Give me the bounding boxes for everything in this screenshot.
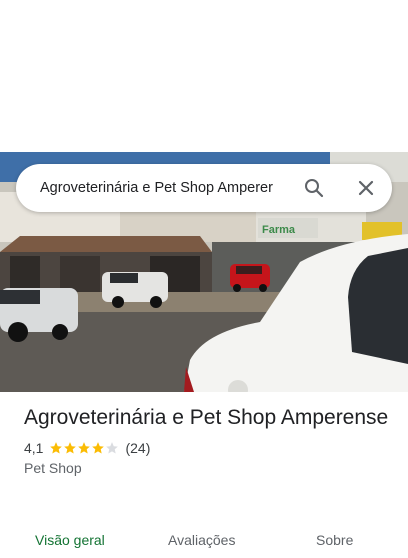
review-count[interactable]: (24) [125,440,150,456]
place-tabs: Visão geral Avaliações Sobre [0,528,408,558]
star-icon [64,442,77,454]
tab-reviews[interactable]: Avaliações [168,532,235,548]
place-info-panel: Agroveterinária e Pet Shop Amperense 4,1… [24,404,394,476]
search-icon [305,179,324,198]
rating-value: 4,1 [24,440,44,456]
star-icon [50,442,63,454]
close-icon [358,180,374,196]
search-button[interactable] [302,176,326,200]
storefront-sign-text: Farma [262,224,296,236]
tab-about[interactable]: Sobre [316,532,353,548]
star-rating [49,441,119,455]
star-icon [78,442,91,454]
close-button[interactable] [354,176,378,200]
search-input[interactable]: Agroveterinária e Pet Shop Amperer [40,164,296,212]
star-icon [92,442,105,454]
place-title: Agroveterinária e Pet Shop Amperense [24,406,389,429]
rating-row[interactable]: 4,1 (24) [24,440,394,456]
star-empty-icon [106,442,119,454]
place-category: Pet Shop [24,460,82,476]
tab-overview[interactable]: Visão geral [35,532,105,548]
search-bar[interactable]: Agroveterinária e Pet Shop Amperer [16,164,392,212]
